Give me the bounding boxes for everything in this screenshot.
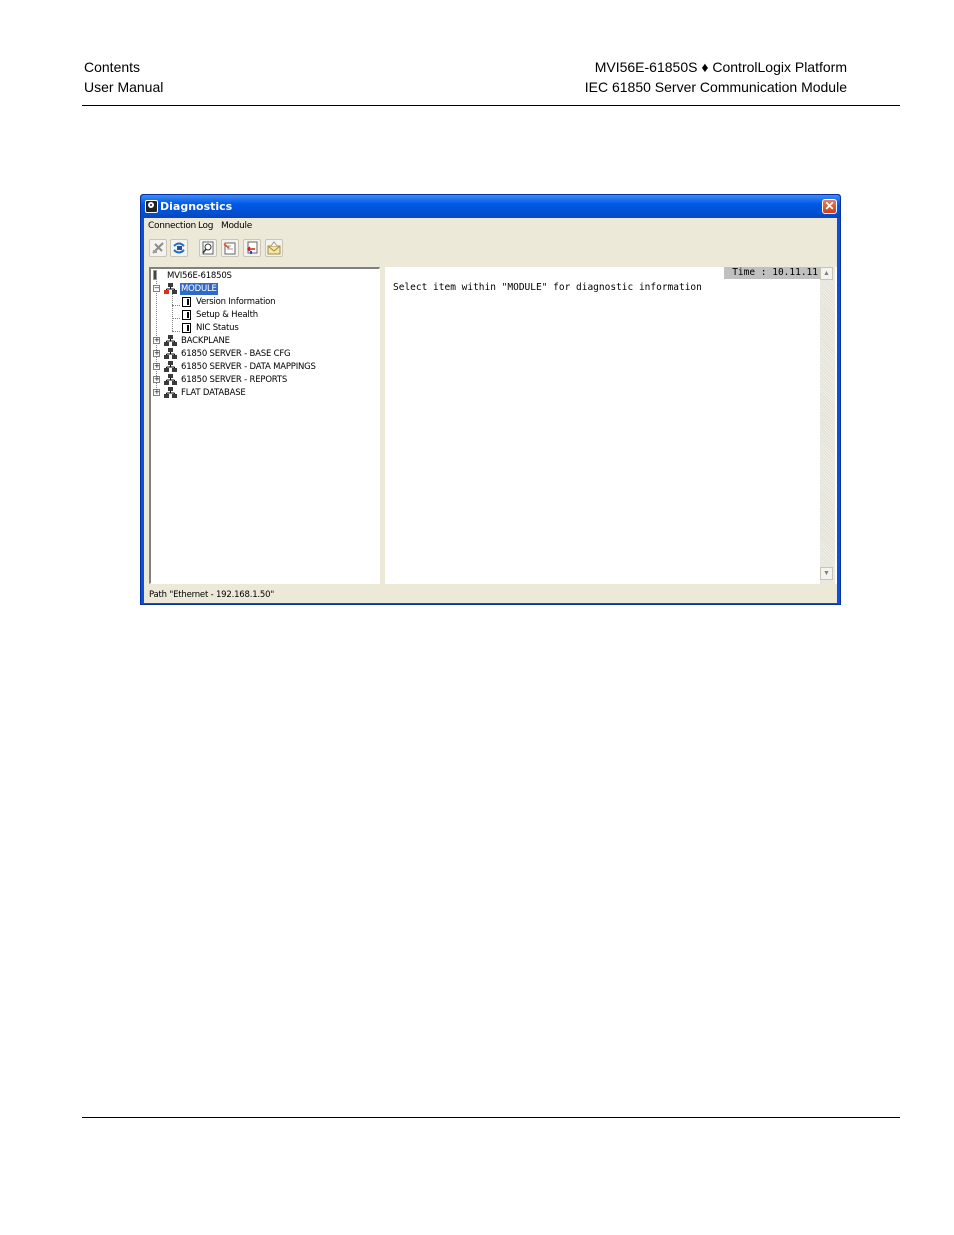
menu-module[interactable]: Module	[221, 221, 252, 231]
tree-connector	[172, 293, 173, 331]
expand-icon[interactable]: +	[153, 337, 160, 344]
tree-connector	[172, 318, 180, 319]
page-header-left: Contents User Manual	[84, 57, 163, 97]
find-button[interactable]	[199, 239, 217, 257]
connect-icon	[173, 242, 185, 254]
open-log-button[interactable]	[243, 239, 261, 257]
header-doc-type: User Manual	[84, 79, 164, 95]
scroll-down-icon[interactable]: ▼	[820, 567, 833, 580]
disconnect-icon	[152, 242, 164, 254]
tree-item-module[interactable]: − MODULE	[153, 283, 273, 295]
expand-icon[interactable]: +	[153, 376, 160, 383]
toolbar	[144, 235, 837, 262]
diagnostic-output[interactable]: Time : 10.11.11 Select item within "MODU…	[385, 267, 837, 584]
time-readout: Time : 10.11.11	[724, 267, 820, 279]
expand-icon[interactable]: +	[153, 389, 160, 396]
network-icon	[164, 361, 177, 372]
tree-item-label: BACKPLANE	[181, 336, 230, 346]
module-tree[interactable]: MVI56E-61850S − MODULE Version Informati…	[149, 267, 380, 584]
collapse-icon[interactable]: −	[153, 285, 160, 292]
new-log-icon	[223, 242, 236, 255]
page-header-right: MVI56E-61850S ♦ ControlLogix Platform IE…	[585, 57, 847, 97]
header-rule	[82, 105, 900, 106]
tree-item-label: FLAT DATABASE	[181, 388, 246, 398]
tree-root-label: MVI56E-61850S	[167, 271, 232, 281]
find-icon	[202, 241, 214, 255]
tree-item-flat-database[interactable]: + FLAT DATABASE	[153, 387, 353, 399]
module-device-icon	[153, 270, 157, 280]
status-bar: Path "Ethernet - 192.168.1.50"	[149, 590, 275, 600]
footer-rule	[82, 1117, 900, 1118]
tree-connector	[172, 305, 180, 306]
diagnostics-window: Diagnostics ✕ Connection Log Module MVI5…	[140, 194, 841, 605]
new-log-button[interactable]	[221, 239, 239, 257]
network-icon	[164, 283, 177, 294]
header-section: Contents	[84, 59, 141, 75]
tree-item-backplane[interactable]: + BACKPLANE	[153, 335, 353, 347]
title-bar[interactable]: Diagnostics ✕	[141, 195, 840, 218]
tree-item-data-mappings[interactable]: + 61850 SERVER - DATA MAPPINGS	[153, 361, 373, 373]
document-icon	[182, 297, 191, 307]
tree-item-label: NIC Status	[196, 323, 239, 333]
document-icon	[182, 323, 191, 333]
header-module: IEC 61850 Server Communication Module	[584, 79, 847, 95]
scroll-up-icon[interactable]: ▲	[820, 267, 833, 280]
disconnect-button[interactable]	[149, 239, 167, 257]
open-log-icon	[246, 241, 258, 254]
tree-connector	[172, 331, 180, 332]
expand-icon[interactable]: +	[153, 350, 160, 357]
header-product: MVI56E-61850S ♦ ControlLogix Platform	[594, 59, 847, 75]
app-icon	[145, 200, 158, 213]
window-title: Diagnostics	[160, 200, 233, 213]
tree-item-reports[interactable]: + 61850 SERVER - REPORTS	[153, 374, 363, 386]
connect-button[interactable]	[170, 239, 188, 257]
menu-connection[interactable]: Connection	[148, 221, 196, 231]
tree-item-label: Version Information	[196, 297, 276, 307]
menu-bar: Connection Log Module	[144, 218, 837, 234]
tree-item-base-cfg[interactable]: + 61850 SERVER - BASE CFG	[153, 348, 363, 360]
tree-item-module-label: MODULE	[180, 283, 218, 295]
network-icon	[164, 374, 177, 385]
close-button[interactable]: ✕	[822, 199, 837, 214]
send-mail-button[interactable]	[265, 239, 283, 257]
network-icon	[164, 387, 177, 398]
tree-item-label: 61850 SERVER - DATA MAPPINGS	[181, 362, 316, 372]
vertical-scrollbar[interactable]: ▲ ▼	[820, 267, 835, 584]
network-icon	[164, 348, 177, 359]
window-client: Connection Log Module MVI56E-61850S − MO…	[144, 218, 837, 603]
tree-item-label: Setup & Health	[196, 310, 258, 320]
tree-item-label: 61850 SERVER - BASE CFG	[181, 349, 291, 359]
network-icon	[164, 335, 177, 346]
expand-icon[interactable]: +	[153, 363, 160, 370]
send-mail-icon	[267, 241, 281, 255]
menu-log[interactable]: Log	[198, 221, 213, 231]
output-message: Select item within "MODULE" for diagnost…	[393, 282, 702, 293]
tree-item-label: 61850 SERVER - REPORTS	[181, 375, 288, 385]
document-icon	[182, 310, 191, 320]
